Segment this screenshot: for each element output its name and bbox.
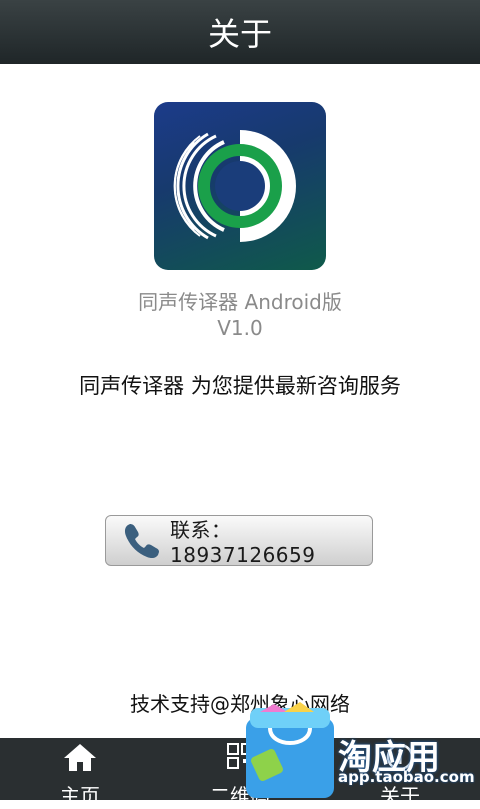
nav-label-home: 主页 xyxy=(60,784,100,808)
home-icon xyxy=(62,742,98,772)
taobao-app-watermark: 淘应用 app.taobao.com xyxy=(240,700,480,800)
shopping-bag-icon xyxy=(246,702,334,798)
app-version: V1.0 xyxy=(217,316,263,340)
contact-label: 联系：18937126659 xyxy=(170,518,316,567)
app-description: 同声传译器 为您提供最新咨询服务 xyxy=(79,374,401,398)
nav-item-home[interactable]: 主页 xyxy=(20,738,140,808)
contact-phone-button[interactable]: 联系：18937126659 xyxy=(105,515,373,567)
phone-icon xyxy=(120,519,164,563)
page-title: 关于 xyxy=(207,15,272,53)
app-logo-icon xyxy=(154,102,326,270)
app-name: 同声传译器 Android版 xyxy=(138,290,342,314)
watermark-url: app.taobao.com xyxy=(338,768,475,786)
title-bar: 关于 xyxy=(0,0,480,64)
